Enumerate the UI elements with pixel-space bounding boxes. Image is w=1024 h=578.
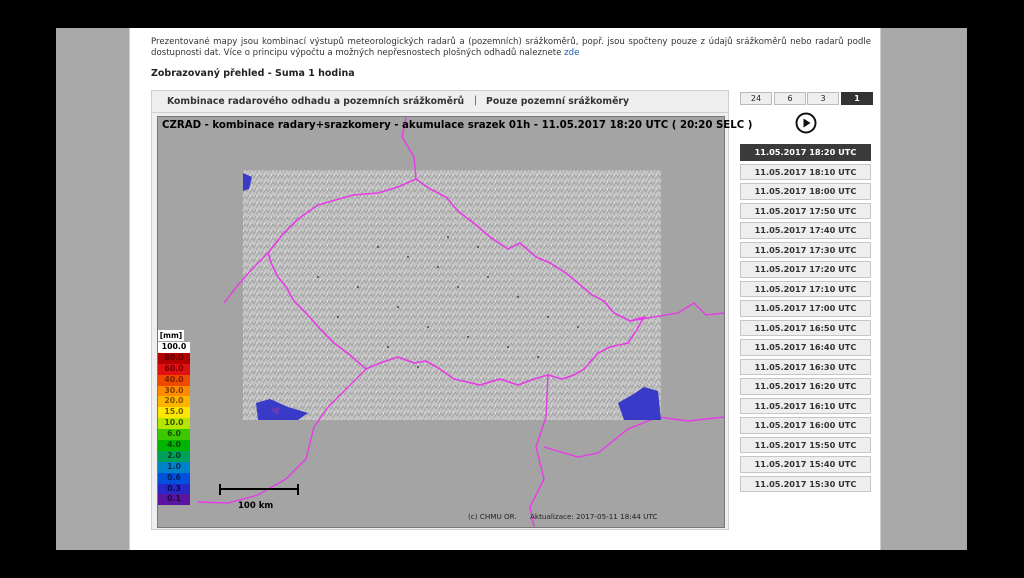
map-title: CZRAD - kombinace radary+srazkomery - ak… xyxy=(162,120,753,131)
neighbour-border-line xyxy=(543,416,724,458)
map-canvas xyxy=(197,117,724,527)
time-item[interactable]: 11.05.2017 16:30 UTC xyxy=(740,358,871,375)
play-circle-icon[interactable] xyxy=(795,112,817,134)
time-item[interactable]: 11.05.2017 17:20 UTC xyxy=(740,261,871,278)
legend-item: 6.0 xyxy=(158,429,190,441)
legend-item: 0.3 xyxy=(158,483,190,495)
time-item[interactable]: 11.05.2017 17:40 UTC xyxy=(740,222,871,239)
legend-unit: [mm] xyxy=(158,330,184,341)
legend-item: 20.0 xyxy=(158,396,190,408)
time-item[interactable]: 11.05.2017 15:50 UTC xyxy=(740,436,871,453)
intro-link[interactable]: zde xyxy=(564,48,579,58)
map-credit: (c) CHMU OR. xyxy=(468,512,517,521)
time-item[interactable]: 11.05.2017 16:40 UTC xyxy=(740,339,871,356)
map-updated-time: Aktualizace: 2017-05-11 18:44 UTC xyxy=(530,512,658,521)
legend-item: 15.0 xyxy=(158,407,190,419)
time-list: 11.05.2017 18:20 UTC 11.05.2017 18:10 UTC… xyxy=(740,144,871,495)
legend-item: 0.1 xyxy=(158,494,190,506)
color-legend: [mm] 100.0 80.0 60.0 40.0 30.0 20.0 15.0 10.0 6.… xyxy=(158,330,190,506)
sum-button-1h[interactable]: 1 xyxy=(841,92,873,105)
time-item[interactable]: 11.05.2017 16:00 UTC xyxy=(740,417,871,434)
legend-item: 40.0 xyxy=(158,374,190,386)
tab-radar-gauge-combination[interactable]: Kombinace radarového odhadu a pozemních … xyxy=(167,96,464,107)
page-content: Prezentované mapy jsou kombinací výstupů… xyxy=(129,28,881,550)
map-panel: Kombinace radarového odhadu a pozemních … xyxy=(151,90,752,530)
time-item[interactable]: 11.05.2017 16:50 UTC xyxy=(740,319,871,336)
intro-text: Prezentované mapy jsou kombinací výstupů… xyxy=(151,37,871,58)
sum-button-24h[interactable]: 24 xyxy=(740,92,772,105)
legend-item: 1.0 xyxy=(158,461,190,473)
legend-item: 0.6 xyxy=(158,472,190,484)
tab-separator: | xyxy=(474,95,478,106)
legend-item: 4.0 xyxy=(158,440,190,451)
time-item[interactable]: 11.05.2017 16:10 UTC xyxy=(740,397,871,414)
time-item[interactable]: 11.05.2017 17:50 UTC xyxy=(740,202,871,219)
scale-label: 100 km xyxy=(238,501,274,511)
legend-item: 30.0 xyxy=(158,385,190,397)
legend-item: 10.0 xyxy=(158,418,190,430)
view-title: Zobrazovaný přehled - Suma 1 hodina xyxy=(151,68,355,79)
sum-button-3h[interactable]: 3 xyxy=(807,92,839,105)
relief-area xyxy=(243,170,661,420)
browser-viewport: Prezentované mapy jsou kombinací výstupů… xyxy=(56,28,967,550)
tab-gauges-only[interactable]: Pouze pozemní srážkoměry xyxy=(486,96,629,107)
time-item[interactable]: 11.05.2017 17:30 UTC xyxy=(740,241,871,258)
legend-item: 60.0 xyxy=(158,363,190,375)
precipitation-map: CZRAD - kombinace radary+srazkomery - ak… xyxy=(157,116,752,528)
map-tabs: Kombinace radarového odhadu a pozemních … xyxy=(152,91,728,113)
scale-bar xyxy=(219,484,299,495)
time-item[interactable]: 11.05.2017 15:30 UTC xyxy=(740,475,871,492)
time-item[interactable]: 11.05.2017 17:00 UTC xyxy=(740,300,871,317)
time-item[interactable]: 11.05.2017 18:20 UTC xyxy=(740,144,871,161)
legend-item: 100.0 xyxy=(158,342,190,353)
sum-interval-buttons: 24 6 3 1 xyxy=(740,92,873,105)
legend-item: 80.0 xyxy=(158,352,190,364)
time-item[interactable]: 11.05.2017 16:20 UTC xyxy=(740,378,871,395)
time-item[interactable]: 11.05.2017 18:10 UTC xyxy=(740,163,871,180)
time-item[interactable]: 11.05.2017 15:40 UTC xyxy=(740,456,871,473)
sum-button-6h[interactable]: 6 xyxy=(774,92,806,105)
legend-item: 2.0 xyxy=(158,450,190,462)
time-item[interactable]: 11.05.2017 17:10 UTC xyxy=(740,280,871,297)
time-item[interactable]: 11.05.2017 18:00 UTC xyxy=(740,183,871,200)
intro-paragraph: Prezentované mapy jsou kombinací výstupů… xyxy=(151,37,871,59)
